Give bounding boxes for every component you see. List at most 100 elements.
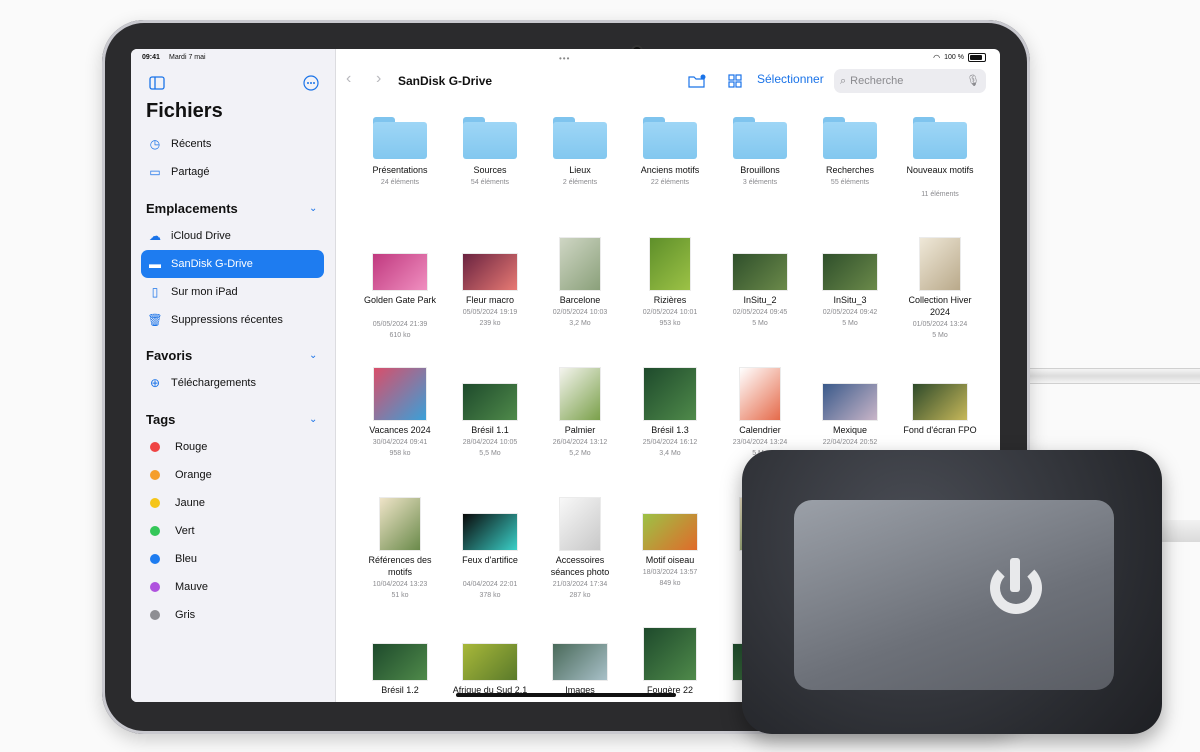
folder-name: Recherches <box>825 165 875 175</box>
select-button[interactable]: Sélectionner <box>757 72 824 86</box>
file-thumbnail <box>373 254 427 290</box>
file-item[interactable]: InSitu_2 02/05/2024 09:45 5 Mo <box>720 234 800 344</box>
file-name: Fleur macro <box>465 295 514 305</box>
tag-item-purple[interactable]: Mauve <box>141 573 324 601</box>
file-size: 5 Mo <box>932 332 948 339</box>
folder-body <box>553 122 607 159</box>
file-item[interactable]: Rizières 02/05/2024 10:01 953 ko <box>630 234 710 344</box>
file-size: 5 Mo <box>842 320 858 327</box>
sidebar-item-recents[interactable]: ◷ Récents <box>141 130 324 158</box>
file-item[interactable]: Vacances 2024 30/04/2024 09:41 958 ko <box>360 364 440 474</box>
download-icon: ⊕ <box>149 376 161 390</box>
file-thumbnail <box>463 254 517 290</box>
file-item[interactable]: Fougère 22 <box>630 624 710 702</box>
file-date: 25/04/2024 16:12 <box>642 439 698 446</box>
file-name: Accessoires séances photo <box>550 555 610 577</box>
section-title-tags[interactable]: Tags <box>146 412 175 427</box>
folder-item[interactable]: Anciens motifs 22 éléments <box>630 114 710 214</box>
sidebar-item-downloads[interactable]: ⊕ Téléchargements <box>141 369 324 397</box>
chevron-down-icon[interactable]: ⌄ <box>309 350 317 361</box>
sidebar-item-sandisk[interactable]: ▬ SanDisk G-Drive <box>141 250 324 278</box>
tag-item-orange[interactable]: Orange <box>141 461 324 489</box>
file-name: Rizières <box>653 295 687 305</box>
tag-item-green[interactable]: Vert <box>141 517 324 545</box>
folder-body <box>823 122 877 159</box>
folder-item[interactable]: Nouveaux motifs 11 éléments <box>900 114 980 214</box>
folder-item[interactable]: Recherches 55 éléments <box>810 114 890 214</box>
file-size: 5 Mo <box>752 320 768 327</box>
section-title-favorites[interactable]: Favoris <box>146 348 192 363</box>
tag-item-yellow[interactable]: Jaune <box>141 489 324 517</box>
chevron-down-icon[interactable]: ⌄ <box>309 414 317 425</box>
new-folder-icon[interactable] <box>688 74 706 88</box>
file-thumbnail <box>463 384 517 420</box>
file-name: Calendrier <box>739 425 781 435</box>
tag-item-gray[interactable]: Gris <box>141 601 324 629</box>
file-item[interactable]: Images <box>540 624 620 702</box>
file-size: 849 ko <box>659 580 681 587</box>
file-item[interactable]: Collection Hiver 2024 01/05/2024 13:24 5 M… <box>900 234 980 344</box>
sidebar-item-recently-deleted[interactable]: 🗑 Suppressions récentes <box>141 306 324 334</box>
back-arrow-icon[interactable]: ‹ <box>346 70 351 88</box>
sidebar-toggle-icon[interactable] <box>149 76 165 90</box>
file-date: 04/04/2024 22:01 <box>462 581 518 588</box>
forward-arrow-icon[interactable]: › <box>376 70 381 88</box>
file-item[interactable]: Afrique du Sud 2.1 <box>450 624 530 702</box>
tag-item-blue[interactable]: Bleu <box>141 545 324 573</box>
file-size: 239 ko <box>479 320 501 327</box>
folder-name: Anciens motifs <box>640 165 700 175</box>
sidebar-item-on-ipad[interactable]: ▯ Sur mon iPad <box>141 278 324 306</box>
sidebar-item-shared[interactable]: ▭ Partagé <box>141 158 324 186</box>
file-thumbnail <box>920 238 960 290</box>
file-name: Fond d'écran FPO <box>903 425 977 435</box>
file-size: 953 ko <box>659 320 681 327</box>
file-item[interactable]: InSitu_3 02/05/2024 09:42 5 Mo <box>810 234 890 344</box>
file-item[interactable]: Barcelone 02/05/2024 10:03 3,2 Mo <box>540 234 620 344</box>
file-thumbnail <box>560 238 600 290</box>
file-item[interactable]: Accessoires séances photo 21/03/2024 17:3… <box>540 494 620 604</box>
tag-item-red[interactable]: Rouge <box>141 433 324 461</box>
folder-item[interactable]: Brouillons 3 éléments <box>720 114 800 214</box>
more-options-icon[interactable] <box>303 75 319 91</box>
file-item[interactable]: Brésil 1.3 25/04/2024 16:12 3,4 Mo <box>630 364 710 474</box>
file-name: Motif oiseau <box>645 555 695 565</box>
file-item[interactable]: Brésil 1.2 <box>360 624 440 702</box>
file-thumbnail <box>380 498 420 550</box>
folder-item[interactable]: Sources 54 éléments <box>450 114 530 214</box>
folder-name: Présentations <box>372 165 428 175</box>
folder-icon <box>463 117 517 159</box>
file-date: 23/04/2024 13:24 <box>732 439 788 446</box>
file-date: 18/03/2024 13:57 <box>642 569 698 576</box>
tag-dot <box>150 442 160 452</box>
folder-item[interactable]: Lieux 2 éléments <box>540 114 620 214</box>
file-item[interactable]: Fleur macro 05/05/2024 19:19 239 ko <box>450 234 530 344</box>
page-title: SanDisk G-Drive <box>398 74 493 88</box>
file-name: InSitu_3 <box>833 295 867 305</box>
file-thumbnail <box>823 384 877 420</box>
file-name: Golden Gate Park <box>363 295 437 305</box>
drive-logo-bar <box>1010 558 1020 592</box>
folder-icon <box>643 117 697 159</box>
tag-dot <box>150 526 160 536</box>
file-thumbnail <box>643 514 697 550</box>
search-field[interactable]: ⌕ Recherche 🎙 <box>834 69 986 93</box>
grid-view-icon[interactable] <box>728 74 742 88</box>
file-item[interactable]: Brésil 1.1 28/04/2024 10:05 5,5 Mo <box>450 364 530 474</box>
file-item[interactable]: Références des motifs 10/04/2024 13:23 51 … <box>360 494 440 604</box>
search-icon: ⌕ <box>840 74 847 87</box>
chevron-down-icon[interactable]: ⌄ <box>309 203 317 214</box>
file-thumbnail <box>560 368 600 420</box>
cloud-icon: ☁ <box>149 229 161 243</box>
sidebar-item-icloud[interactable]: ☁ iCloud Drive <box>141 222 324 250</box>
file-item[interactable]: Palmier 26/04/2024 13:12 5,2 Mo <box>540 364 620 474</box>
file-thumbnail <box>740 368 780 420</box>
section-title-locations[interactable]: Emplacements <box>146 201 238 216</box>
file-item[interactable]: Golden Gate Park 05/05/2024 21:39 610 ko <box>360 234 440 344</box>
folder-count: 2 éléments <box>562 179 598 186</box>
file-item[interactable]: Motif oiseau 18/03/2024 13:57 849 ko <box>630 494 710 604</box>
file-name: Vacances 2024 <box>369 425 431 435</box>
folder-item[interactable]: Présentations 24 éléments <box>360 114 440 214</box>
file-item[interactable]: Feux d'artifice 04/04/2024 22:01 378 ko <box>450 494 530 604</box>
sidebar: Fichiers ◷ Récents ▭ Partagé Emplacement… <box>131 49 336 702</box>
microphone-icon[interactable]: 🎙 <box>966 74 980 87</box>
